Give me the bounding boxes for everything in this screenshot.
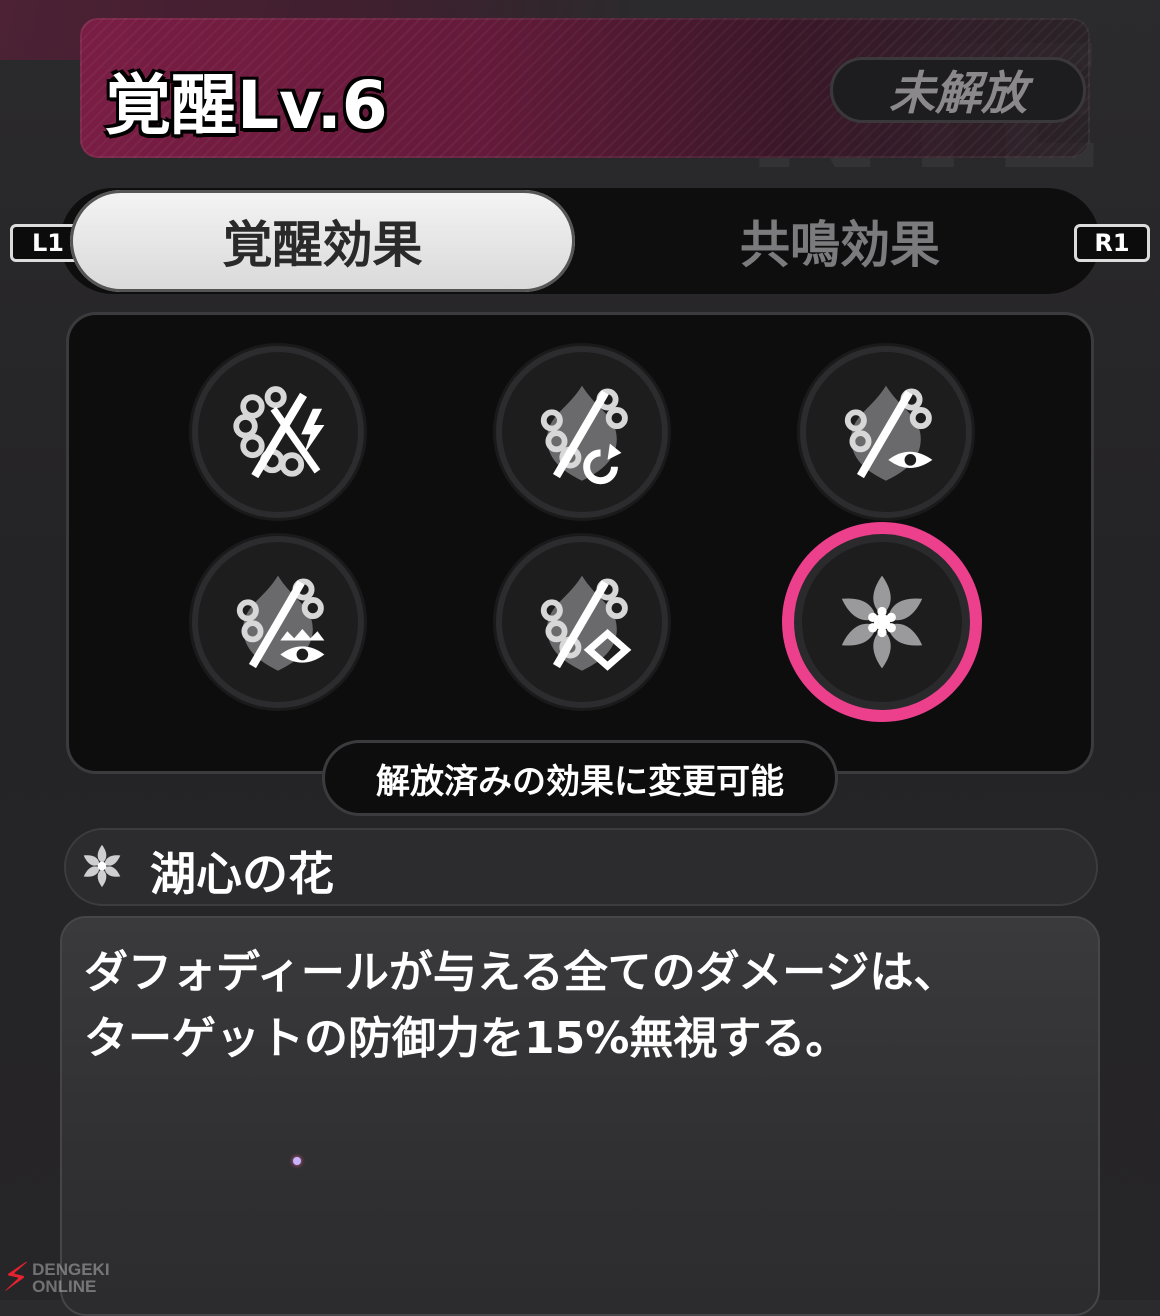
awakening-level-title: 覚醒Lv.6 [105,67,388,144]
watermark-logo: ⚡ DENGEKI ONLINE [2,1258,110,1298]
description-line: ターゲットの防御力を15%無視する。 [84,1013,850,1064]
watermark-text: ONLINE [32,1277,97,1296]
effect-slot-4[interactable] [198,542,358,702]
chain-spear-lightning-icon [233,386,325,479]
tab-label: 共鳴効果 [740,216,940,274]
chain-spear-refresh-icon [540,385,628,485]
effect-name: 湖心の花 [150,847,334,901]
effect-slot-6[interactable] [802,542,962,702]
chain-spear-eye-icon [844,385,933,481]
tab-label: 覚醒効果 [222,216,423,274]
sparkle-decoration [293,1157,301,1165]
tab-resonance-effect[interactable]: 共鳴効果 [580,190,1100,292]
status-label: 未解放 [889,66,1027,120]
effect-description: ダフォディールが与える全てのダメージは、 ターゲットの防御力を15%無視する。 [84,940,1074,1072]
change-hint: 解放済みの効果に変更可能 [322,740,838,816]
hint-text: 解放済みの効果に変更可能 [376,761,784,802]
chain-spear-crowned-eye-icon [236,575,325,671]
lotus-flower-icon [83,844,121,888]
description-line: ダフォディールが与える全てのダメージは、 [84,947,958,998]
effect-slot-5[interactable] [502,542,662,702]
watermark-text: DENGEKI [32,1260,110,1279]
effect-slot-3[interactable] [806,352,966,512]
chain-spear-diamond-icon [540,575,632,671]
effect-slot-2[interactable] [502,352,662,512]
status-badge: 未解放 [830,57,1086,123]
tab-awakening-effect[interactable]: 覚醒効果 [70,190,575,292]
lotus-flower-icon [841,575,923,669]
effect-slot-1[interactable] [198,352,358,512]
lightning-bolt-icon: ⚡ [2,1255,31,1301]
